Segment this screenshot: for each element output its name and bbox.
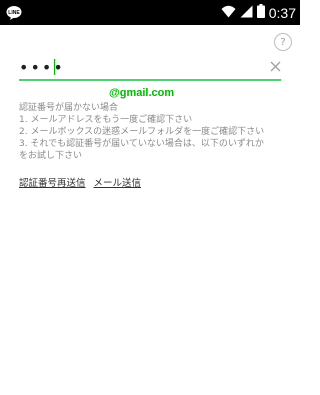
line-app-icon: LINE: [6, 5, 22, 24]
text-cursor: [54, 59, 55, 75]
send-email-link[interactable]: メール送信: [94, 175, 142, 189]
clock: 0:37: [268, 4, 296, 21]
help-step-1: 1. メールアドレスをもう一度ご確認下さい: [19, 115, 193, 125]
battery-icon: [256, 3, 265, 22]
help-button[interactable]: ?: [274, 33, 292, 51]
cellular-signal-icon: [240, 3, 253, 22]
verification-screen: ? @gmail.com 認証番号が届かない場合 1. メールアドレスをもう一度…: [0, 25, 300, 395]
wifi-icon: [221, 3, 236, 22]
help-step-3-continued: をお試し下さい: [19, 151, 83, 161]
help-heading: 認証番号が届かない場合: [19, 103, 119, 113]
email-address: @gmail.com: [109, 87, 175, 99]
verification-code-input[interactable]: [19, 55, 279, 79]
help-step-3: 3. それでも認証番号が届いていない場合は、以下のいずれか: [19, 139, 264, 149]
resend-code-link[interactable]: 認証番号再送信: [19, 175, 86, 189]
help-step-2: 2. メールボックスの迷惑メールフォルダを一度ご確認下さい: [19, 127, 265, 137]
help-text: 認証番号が届かない場合 1. メールアドレスをもう一度ご確認下さい 2. メール…: [19, 102, 291, 162]
close-icon[interactable]: [268, 59, 282, 73]
input-underline: [19, 79, 281, 81]
svg-text:LINE: LINE: [8, 10, 20, 16]
status-bar: LINE 0:37: [0, 0, 300, 25]
action-links: 認証番号再送信 メール送信: [19, 175, 141, 189]
